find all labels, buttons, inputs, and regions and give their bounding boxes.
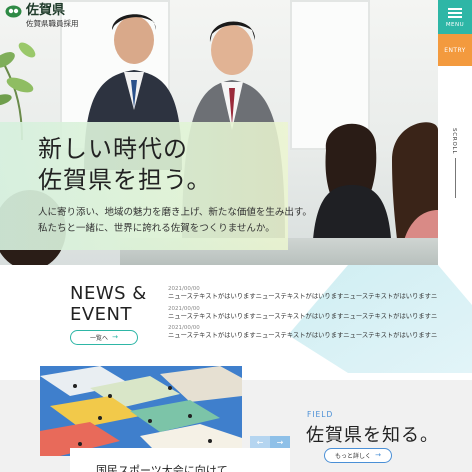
entry-button[interactable]: ENTRY [438, 34, 472, 66]
field-card[interactable]: 国民スポーツ大会に向けて [70, 448, 290, 472]
arrow-right-icon: → [112, 333, 118, 341]
field-illustration[interactable] [40, 366, 242, 456]
scroll-line [455, 158, 456, 198]
field-more-label: もっと詳しく [335, 453, 372, 460]
news-list: 2021/00/00 ニューステキストがはいりますニューステキストがはいりますニ… [168, 286, 438, 345]
arrow-left-icon: ← [256, 438, 264, 447]
field-label: FIELD [307, 410, 334, 419]
scroll-label: SCROLL [451, 128, 457, 155]
logo-name: 佐賀県 [26, 3, 66, 18]
logo-subtitle: 佐賀県職員採用 [26, 19, 79, 28]
field-card-title: 国民スポーツ大会に向けて [96, 464, 228, 472]
menu-label: MENU [445, 22, 465, 28]
hero-subtitle-line: 私たちと一緒に、世界に誇れる佐賀をつくりませんか。 [38, 223, 275, 234]
news-date: 2021/00/00 [168, 325, 200, 331]
hero-title-line: 佐賀県を担う。 [38, 166, 212, 194]
sports-illustration [40, 366, 242, 456]
news-list-label: 一覧へ [90, 335, 109, 342]
hero-subtitle-line: 人に寄り添い、地域の魅力を磨き上げ、新たな価値を生み出す。 [38, 207, 312, 218]
news-date: 2021/00/00 [168, 305, 200, 312]
news-item[interactable]: 2021/00/00 ニューステキストがはいりますニューステキストがはいりますニ… [168, 286, 438, 306]
hamburger-icon [448, 6, 462, 20]
news-title-line: EVENT [70, 304, 133, 325]
arrow-right-icon: → [375, 451, 381, 459]
menu-button[interactable]: MENU [438, 0, 472, 34]
hero-subtitle: 人に寄り添い、地域の魅力を磨き上げ、新たな価値を生み出す。 私たちと一緒に、世界… [38, 205, 312, 237]
site-logo[interactable]: 佐賀県 佐賀県職員採用 [5, 4, 79, 29]
hero-title-line: 新しい時代の [38, 135, 188, 163]
news-text: ニューステキストがはいりますニューステキストがはいりますニューステキストがはいり… [168, 312, 438, 320]
field-more-button[interactable]: もっと詳しく → [324, 448, 392, 463]
news-list-button[interactable]: 一覧へ → [70, 330, 138, 345]
saga-logo-icon [5, 5, 22, 18]
hero-title: 新しい時代の 佐賀県を担う。 [38, 134, 212, 196]
news-item[interactable]: 2021/00/00 ニューステキストがはいりますニューステキストがはいりますニ… [168, 306, 438, 326]
news-text: ニューステキストがはいりますニューステキストがはいりますニューステキストがはいり… [168, 293, 438, 300]
news-title-line: NEWS & [70, 283, 147, 304]
news-text: ニューステキストがはいりますニューステキストがはいりますニューステキストがはいり… [168, 332, 438, 339]
scroll-indicator: SCROLL [448, 128, 464, 198]
news-item[interactable]: 2021/00/00 ニューステキストがはいりますニューステキストがはいりますニ… [168, 325, 438, 345]
news-title: NEWS & EVENT [70, 283, 147, 325]
arrow-right-icon: → [276, 438, 284, 447]
news-date: 2021/00/00 [168, 286, 200, 292]
field-heading: 佐賀県を知る。 [306, 425, 439, 446]
